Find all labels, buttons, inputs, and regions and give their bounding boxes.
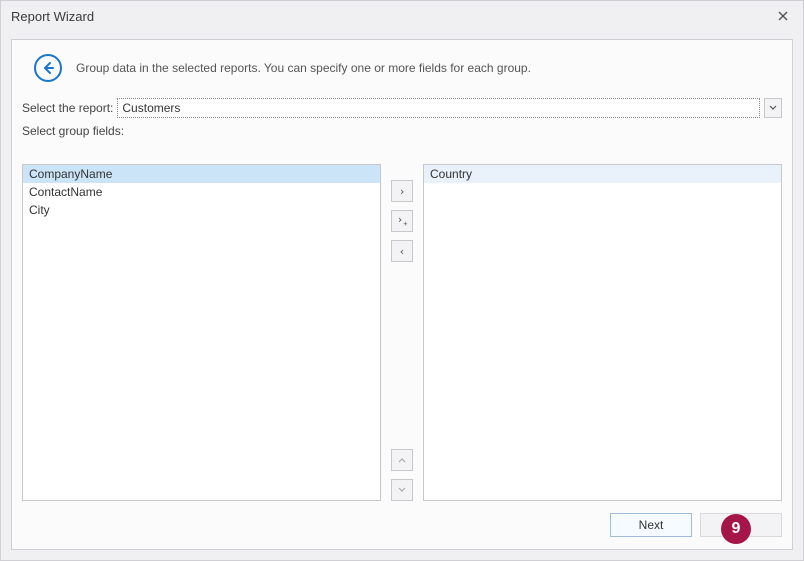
report-select-row: Select the report: Customers	[12, 92, 792, 120]
selected-fields-list[interactable]: Country	[423, 164, 782, 501]
report-select-dropdown-button[interactable]	[764, 98, 782, 118]
next-button[interactable]: Next	[610, 513, 692, 537]
header-description: Group data in the selected reports. You …	[76, 61, 531, 75]
back-button[interactable]	[34, 54, 62, 82]
close-icon	[778, 11, 788, 21]
transfer-buttons: › ›+ ‹	[389, 164, 415, 501]
step-badge: 9	[721, 514, 751, 544]
report-select-value: Customers	[122, 101, 180, 115]
lists-area: CompanyName ContactName City › ›+ ‹	[22, 164, 782, 501]
list-item[interactable]: ContactName	[23, 183, 380, 201]
report-select-label: Select the report:	[22, 101, 113, 115]
header: Group data in the selected reports. You …	[12, 40, 792, 92]
titlebar: Report Wizard	[1, 1, 803, 31]
window-title: Report Wizard	[11, 9, 771, 24]
list-item[interactable]: Country	[424, 165, 781, 183]
list-item[interactable]: City	[23, 201, 380, 219]
add-subgroup-button[interactable]: ›+	[391, 210, 413, 232]
group-fields-label: Select group fields:	[12, 120, 792, 140]
back-arrow-icon	[40, 60, 56, 76]
report-select-input[interactable]: Customers	[117, 98, 760, 118]
chevron-right-plus-icon: ›+	[397, 213, 408, 228]
wizard-window: Report Wizard Group data in the selected…	[0, 0, 804, 561]
footer: Next	[22, 511, 782, 539]
list-item[interactable]: CompanyName	[23, 165, 380, 183]
move-down-button[interactable]	[391, 479, 413, 501]
chevron-up-icon	[398, 457, 406, 463]
close-button[interactable]	[771, 4, 795, 28]
chevron-left-icon: ‹	[399, 245, 406, 258]
chevron-down-icon	[769, 105, 777, 111]
available-fields-list[interactable]: CompanyName ContactName City	[22, 164, 381, 501]
remove-field-button[interactable]: ‹	[391, 240, 413, 262]
chevron-down-icon	[398, 487, 406, 493]
add-field-button[interactable]: ›	[391, 180, 413, 202]
move-up-button[interactable]	[391, 449, 413, 471]
chevron-right-icon: ›	[399, 185, 406, 198]
content-panel: Group data in the selected reports. You …	[11, 39, 793, 550]
